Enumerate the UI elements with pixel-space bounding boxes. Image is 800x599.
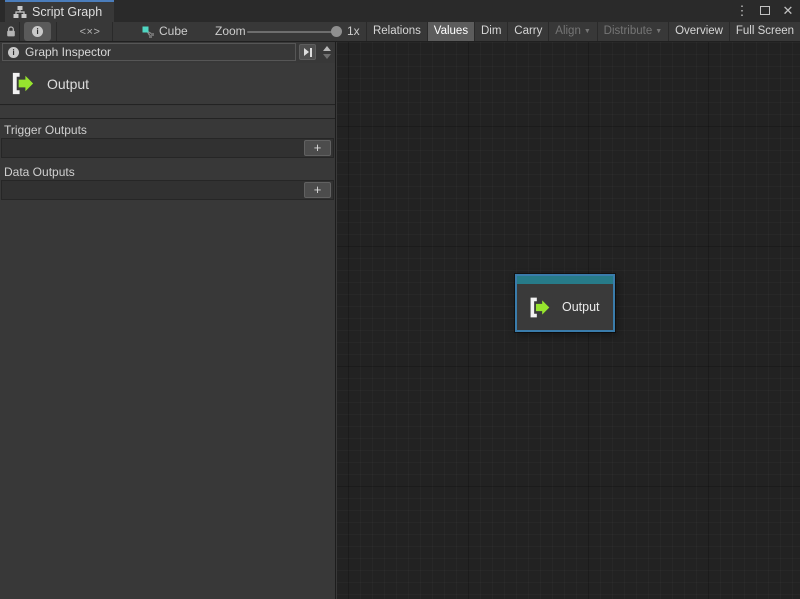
zoom-slider-handle[interactable] [331, 26, 342, 37]
fullscreen-button[interactable]: Full Screen [729, 22, 800, 41]
graph-asset-icon [140, 22, 156, 41]
zoom-label: Zoom [215, 22, 246, 41]
data-outputs-label: Data Outputs [4, 164, 75, 180]
selected-unit-title: Output [47, 76, 89, 92]
output-node-label: Output [562, 300, 600, 314]
output-unit-icon [9, 70, 36, 97]
inspector-title: Graph Inspector [25, 45, 111, 59]
graph-toolbar: i <×> Cube Zoom 1x Relations Values Dim … [0, 22, 800, 42]
panel-scroller[interactable] [320, 43, 334, 61]
trigger-outputs-label: Trigger Outputs [4, 122, 87, 138]
data-outputs-list: + [1, 180, 334, 200]
dropdown-arrow-icon: ▼ [584, 28, 591, 35]
graph-target-label[interactable]: Cube [159, 22, 188, 41]
dropdown-arrow-icon: ▼ [655, 28, 662, 35]
kebab-menu-icon[interactable]: ⋮ [734, 0, 750, 22]
info-icon: i [32, 26, 43, 37]
code-view-icon[interactable]: <×> [72, 22, 108, 41]
tab-label: Script Graph [32, 2, 102, 22]
inspector-separator [0, 106, 335, 119]
maximize-icon[interactable] [757, 0, 773, 22]
output-node-titlebar [517, 276, 613, 284]
info-icon: i [8, 47, 19, 58]
info-toggle-button[interactable]: i [24, 22, 51, 41]
scroll-down-icon [323, 54, 331, 59]
values-button[interactable]: Values [427, 22, 474, 41]
output-unit-icon [527, 295, 552, 320]
tab-script-graph[interactable]: Script Graph [5, 0, 114, 22]
dock-arrow-icon [304, 48, 309, 56]
dock-panel-button[interactable] [299, 44, 316, 60]
view-buttons-group: Relations Values Dim Carry Align▼ Distri… [366, 22, 800, 41]
graph-hierarchy-icon [13, 5, 27, 19]
inspector-header: i Graph Inspector [0, 42, 335, 62]
graph-canvas[interactable]: Output [337, 42, 800, 599]
overview-button[interactable]: Overview [668, 22, 729, 41]
align-button[interactable]: Align▼ [548, 22, 596, 41]
scroll-up-icon [323, 46, 331, 51]
add-data-output-button[interactable]: + [304, 182, 331, 198]
zoom-slider[interactable] [247, 31, 340, 33]
trigger-outputs-list: + [1, 138, 334, 158]
add-trigger-output-button[interactable]: + [304, 140, 331, 156]
inspector-header-box: i Graph Inspector [2, 43, 296, 61]
carry-button[interactable]: Carry [507, 22, 548, 41]
output-node[interactable]: Output [515, 274, 615, 332]
lock-icon[interactable] [3, 22, 18, 41]
graph-inspector-panel: i Graph Inspector Output Trigger Outputs… [0, 42, 336, 599]
close-icon[interactable]: ✕ [780, 0, 796, 22]
selected-unit-header: Output [0, 63, 335, 105]
window-titlebar: Script Graph ⋮ ✕ [0, 0, 800, 22]
distribute-button[interactable]: Distribute▼ [597, 22, 668, 41]
dim-button[interactable]: Dim [474, 22, 507, 41]
zoom-value: 1x [347, 22, 360, 41]
relations-button[interactable]: Relations [366, 22, 427, 41]
